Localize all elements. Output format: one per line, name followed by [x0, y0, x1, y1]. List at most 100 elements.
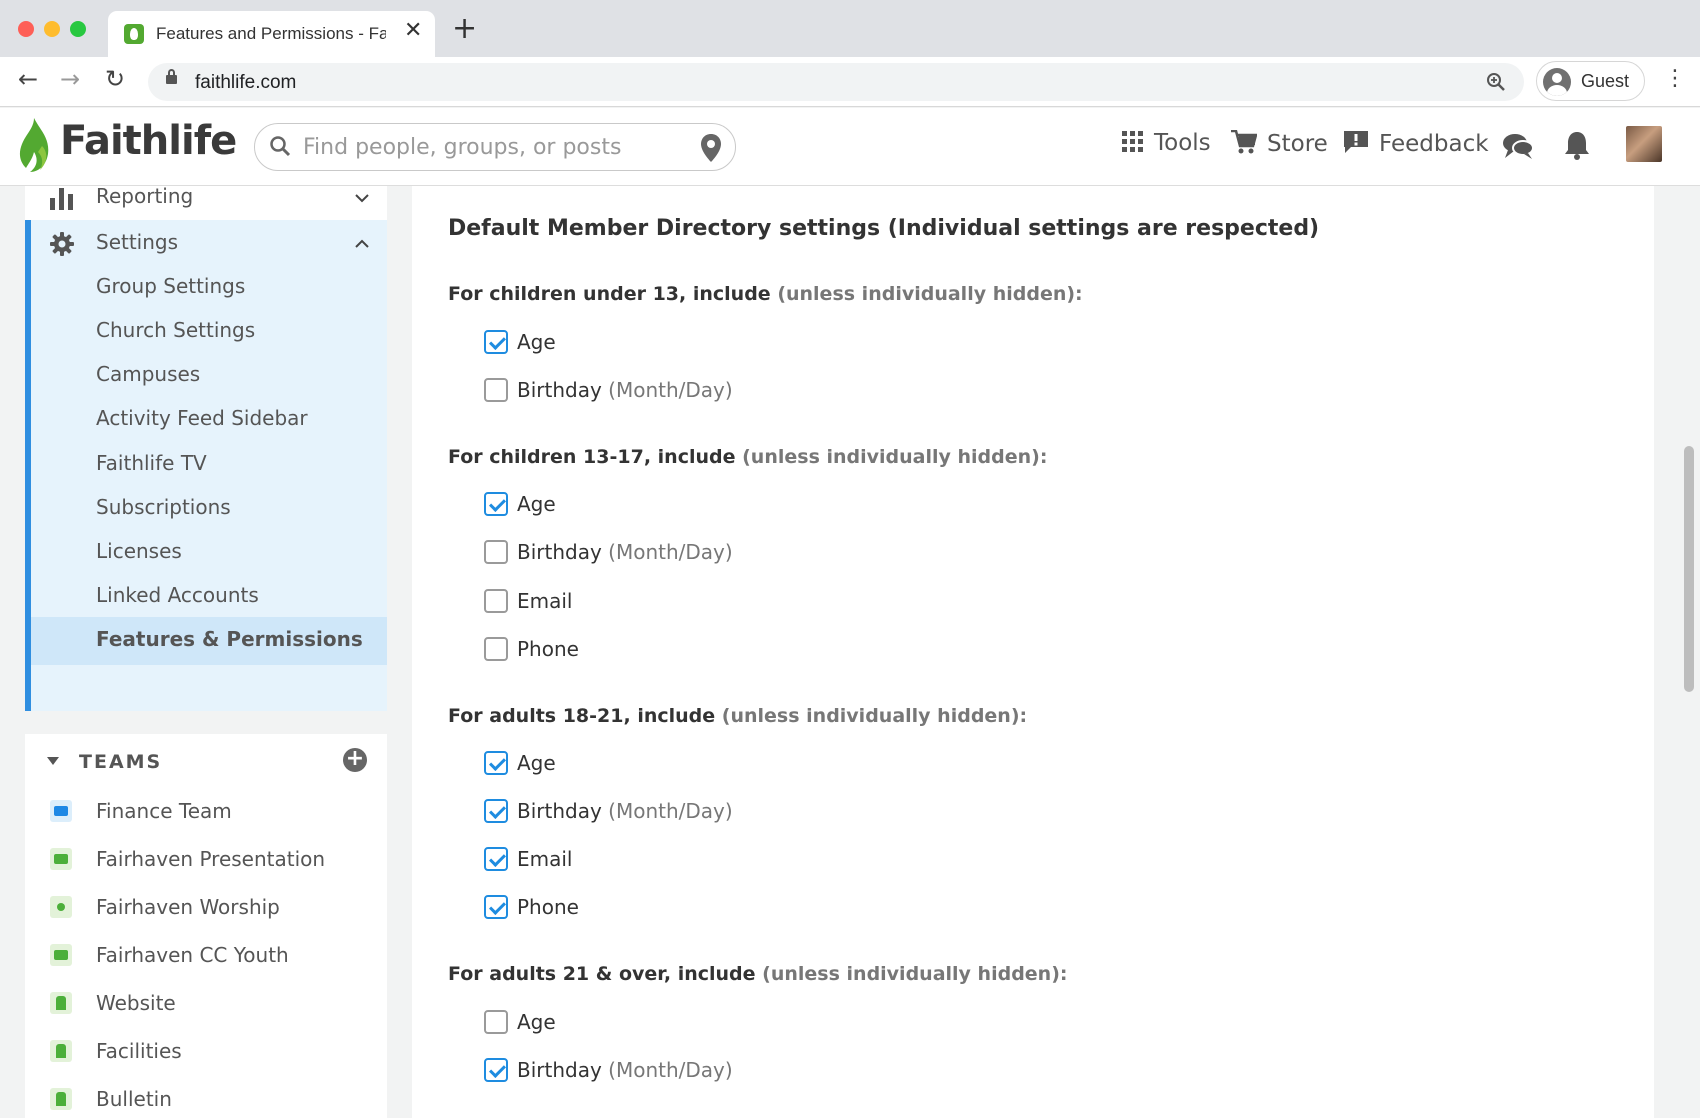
- sidebar-item-label: Settings: [96, 230, 179, 254]
- minimize-window-button[interactable]: [44, 21, 60, 37]
- teams-title: TEAMS: [79, 751, 163, 773]
- back-icon[interactable]: ←: [18, 67, 38, 91]
- group-heading: For children under 13, include (unless i…: [448, 283, 1083, 305]
- sidebar-item-label: Linked Accounts: [96, 583, 259, 607]
- team-icon: [50, 896, 72, 918]
- sidebar-item-campuses[interactable]: Campuses: [25, 352, 387, 400]
- sidebar-item-church-settings[interactable]: Church Settings: [25, 308, 387, 356]
- tools-menu[interactable]: Tools: [1122, 130, 1211, 159]
- option-label: Email: [517, 847, 573, 871]
- group-heading: For adults 18-21, include (unless indivi…: [448, 705, 1027, 727]
- notifications-icon[interactable]: [1564, 130, 1590, 164]
- teams-header[interactable]: TEAMS +: [25, 734, 387, 790]
- sidebar-item-faithlife-tv[interactable]: Faithlife TV: [25, 441, 387, 489]
- team-label: Fairhaven Worship: [96, 895, 280, 919]
- option-label: Email: [517, 589, 573, 613]
- brand-logo[interactable]: Faithlife: [60, 118, 237, 164]
- address-bar[interactable]: faithlife.com: [148, 63, 1524, 101]
- team-label: Finance Team: [96, 799, 232, 823]
- user-avatar[interactable]: [1626, 126, 1662, 162]
- sidebar-item-features-permissions[interactable]: Features & Permissions: [31, 617, 387, 665]
- sidebar-item-label: Subscriptions: [96, 495, 231, 519]
- option-checkbox[interactable]: [484, 589, 508, 613]
- sidebar-item-label: Activity Feed Sidebar: [96, 406, 308, 430]
- option-checkbox[interactable]: [484, 1010, 508, 1034]
- close-window-button[interactable]: [18, 21, 34, 37]
- sidebar-item-activity-feed-sidebar[interactable]: Activity Feed Sidebar: [25, 396, 387, 444]
- option-checkbox[interactable]: [484, 637, 508, 661]
- option-checkbox[interactable]: [484, 895, 508, 919]
- reload-icon[interactable]: ↻: [105, 67, 125, 91]
- option-label: Phone: [517, 637, 579, 661]
- option-checkbox[interactable]: [484, 799, 508, 823]
- forward-icon[interactable]: →: [60, 67, 80, 91]
- chevron-up-icon: [355, 234, 369, 253]
- faithlife-flame-icon[interactable]: [16, 116, 56, 178]
- option-label: Age: [517, 492, 556, 516]
- team-item[interactable]: Website: [25, 980, 387, 1028]
- option-checkbox[interactable]: [484, 540, 508, 564]
- admin-nav-card: Reporting Settings Group Settings Church…: [25, 184, 387, 711]
- team-icon: [50, 992, 72, 1014]
- group-qualifier: (unless individually hidden):: [777, 283, 1083, 305]
- location-pin-icon[interactable]: [699, 133, 723, 167]
- new-tab-button[interactable]: +: [452, 14, 477, 44]
- team-label: Fairhaven Presentation: [96, 847, 326, 871]
- option-checkbox[interactable]: [484, 1058, 508, 1082]
- cart-icon: [1231, 129, 1258, 160]
- sidebar-item-label: Faithlife TV: [96, 451, 207, 475]
- option-checkbox[interactable]: [484, 330, 508, 354]
- team-item[interactable]: Fairhaven CC Youth: [25, 932, 387, 980]
- sidebar-item-label: Reporting: [96, 184, 194, 208]
- browser-menu-icon[interactable]: ⋮: [1664, 68, 1686, 90]
- option-checkbox[interactable]: [484, 847, 508, 871]
- zoom-icon[interactable]: [1486, 72, 1506, 97]
- caret-down-icon[interactable]: [47, 757, 59, 765]
- team-item[interactable]: Facilities: [25, 1028, 387, 1076]
- browser-tab[interactable]: Features and Permissions - Faithlife ✕: [108, 11, 435, 57]
- sidebar-item-label: Church Settings: [96, 318, 256, 342]
- team-icon: [50, 1088, 72, 1110]
- option-checkbox[interactable]: [484, 378, 508, 402]
- option-checkbox[interactable]: [484, 751, 508, 775]
- team-icon: [50, 1040, 72, 1062]
- option-checkbox[interactable]: [484, 492, 508, 516]
- add-team-icon[interactable]: +: [343, 748, 367, 772]
- team-label: Facilities: [96, 1039, 182, 1063]
- sidebar-item-label: Campuses: [96, 362, 201, 386]
- search-box[interactable]: [254, 123, 736, 171]
- sidebar-item-group-settings[interactable]: Group Settings: [25, 264, 387, 312]
- browser-toolbar: ← → ↻ faithlife.com Guest ⋮: [0, 57, 1700, 107]
- group-heading-text: For adults 18-21, include: [448, 705, 716, 727]
- maximize-window-button[interactable]: [70, 21, 86, 37]
- chevron-down-icon: [355, 188, 369, 207]
- lock-icon[interactable]: [166, 69, 177, 84]
- sidebar-item-label: Licenses: [96, 539, 182, 563]
- group-heading: For adults 21 & over, include (unless in…: [448, 963, 1067, 985]
- feedback-link[interactable]: Feedback: [1343, 130, 1489, 160]
- sidebar-item-reporting[interactable]: Reporting: [25, 174, 387, 222]
- team-item[interactable]: Finance Team: [25, 788, 387, 836]
- team-icon: [50, 848, 72, 870]
- profile-label: Guest: [1581, 71, 1630, 91]
- close-tab-icon[interactable]: ✕: [404, 20, 422, 42]
- group-qualifier: (unless individually hidden):: [762, 963, 1068, 985]
- search-input[interactable]: [303, 130, 683, 164]
- team-item[interactable]: Bulletin: [25, 1076, 387, 1118]
- guest-avatar-icon: [1543, 68, 1571, 96]
- option-label: Phone: [517, 895, 579, 919]
- page-scrollbar[interactable]: [1684, 446, 1694, 692]
- sidebar-item-subscriptions[interactable]: Subscriptions: [25, 485, 387, 533]
- sidebar-item-linked-accounts[interactable]: Linked Accounts: [25, 573, 387, 621]
- profile-button[interactable]: Guest: [1536, 61, 1645, 101]
- group-qualifier: (unless individually hidden):: [742, 446, 1048, 468]
- sidebar-item-licenses[interactable]: Licenses: [25, 529, 387, 577]
- team-item[interactable]: Fairhaven Worship: [25, 884, 387, 932]
- team-label: Fairhaven CC Youth: [96, 943, 289, 967]
- messages-icon[interactable]: [1502, 132, 1534, 164]
- team-item[interactable]: Fairhaven Presentation: [25, 836, 387, 884]
- sidebar-item-settings[interactable]: Settings: [25, 220, 387, 268]
- store-link[interactable]: Store: [1231, 129, 1328, 160]
- gear-icon: [50, 232, 74, 260]
- option-label: Birthday (Month/Day): [517, 540, 733, 564]
